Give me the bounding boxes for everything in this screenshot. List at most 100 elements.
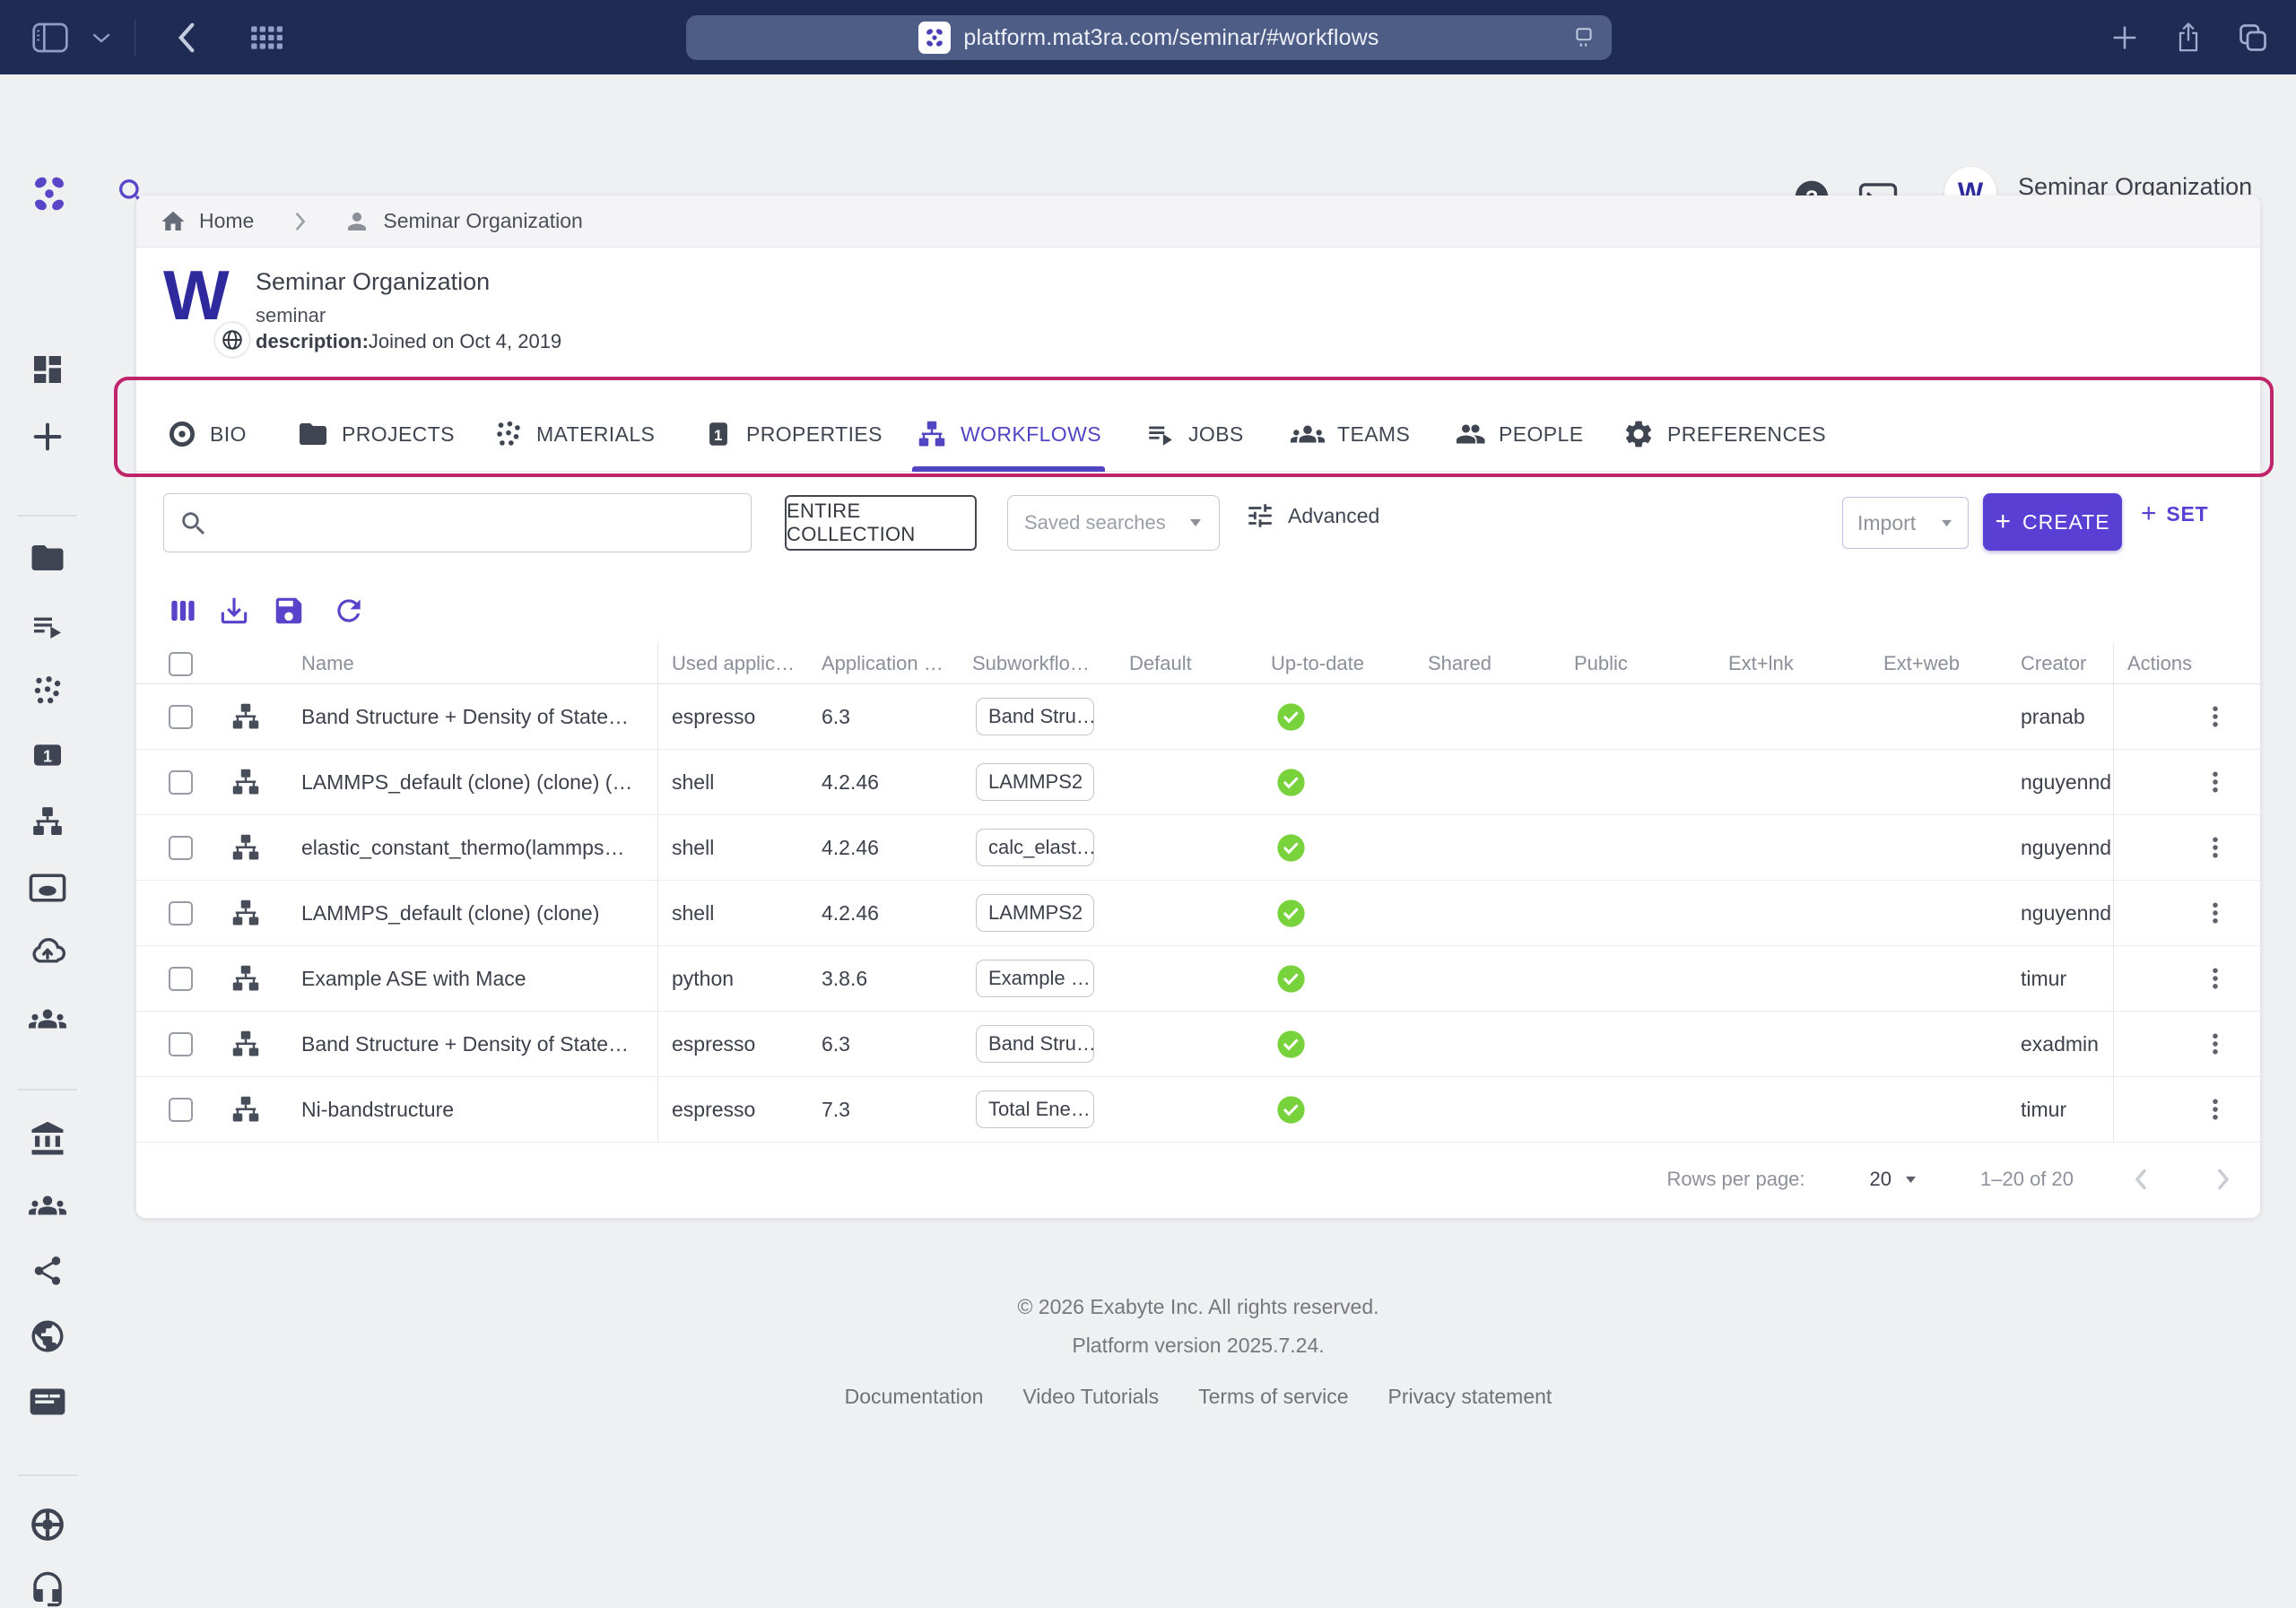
import-select[interactable]: Import [1842,497,1969,549]
advanced-filters-button[interactable]: Advanced [1245,500,1379,531]
select-all-checkbox[interactable] [169,652,193,676]
tabs-overview-icon[interactable] [2237,22,2269,54]
sidebar-item-organization[interactable] [29,1120,66,1158]
row-checkbox[interactable] [169,967,193,991]
save-icon[interactable] [272,594,306,628]
sidebar-item-media[interactable] [29,869,66,907]
row-actions-kebab-icon[interactable] [2202,769,2229,795]
sidebar-item-projects[interactable] [29,539,66,577]
previous-page-icon[interactable] [2131,1164,2151,1195]
svg-text:1: 1 [714,427,723,444]
workflow-name[interactable]: Band Structure + Density of State… [301,1012,657,1076]
home-icon[interactable] [160,208,187,235]
footer-link-privacy[interactable]: Privacy statement [1388,1385,1552,1409]
tab-materials[interactable]: MATERIALS [493,396,655,472]
row-checkbox[interactable] [169,770,193,795]
col-shared[interactable]: Shared [1414,644,1561,683]
address-bar[interactable]: platform.mat3ra.com/seminar/#workflows [686,15,1612,60]
tab-projects[interactable]: PROJECTS [297,396,455,472]
sidebar-item-subscriptions[interactable] [29,1383,66,1421]
row-actions-kebab-icon[interactable] [2202,703,2229,730]
row-actions-kebab-icon[interactable] [2202,1096,2229,1123]
back-icon[interactable] [175,21,198,55]
workflow-name[interactable]: Example ASE with Mace [301,946,657,1011]
sidebar-item-people[interactable] [29,1186,66,1224]
col-ext-lnk[interactable]: Ext+lnk [1715,644,1870,683]
subworkflow-chip[interactable]: LAMMPS2 [976,894,1094,932]
workflow-name[interactable]: Band Structure + Density of State… [301,684,657,749]
tab-grid-icon[interactable] [248,21,283,55]
col-name[interactable]: Name [301,644,657,683]
col-ext-web[interactable]: Ext+web [1870,644,2007,683]
view-columns-icon[interactable] [166,594,200,628]
workflow-name[interactable]: Ni-bandstructure [301,1077,657,1142]
row-actions-kebab-icon[interactable] [2202,1030,2229,1057]
row-checkbox[interactable] [169,901,193,926]
chevron-right-icon [293,211,308,232]
row-checkbox[interactable] [169,1098,193,1122]
footer-link-terms[interactable]: Terms of service [1198,1385,1348,1409]
download-icon[interactable] [217,594,251,628]
share-icon[interactable] [2174,22,2203,54]
workflow-name[interactable]: elastic_constant_thermo(lammps… [301,815,657,880]
breadcrumb-home[interactable]: Home [199,209,254,233]
footer-link-video-tutorials[interactable]: Video Tutorials [1022,1385,1159,1409]
svg-text:1: 1 [43,747,52,766]
creator: nguyennd [2007,750,2113,814]
entire-collection-button[interactable]: ENTIRE COLLECTION [785,495,977,551]
row-actions-kebab-icon[interactable] [2202,965,2229,992]
row-checkbox[interactable] [169,1032,193,1056]
sidebar-item-workflows[interactable] [29,803,66,840]
subworkflow-chip[interactable]: Band Stru… [976,1025,1094,1063]
subworkflow-chip[interactable]: Band Stru… [976,698,1094,735]
subworkflow-chip[interactable]: calc_elast… [976,829,1094,866]
col-creator[interactable]: Creator [2007,644,2113,683]
subworkflow-chip[interactable]: Total Ene… [976,1091,1094,1128]
rows-per-page-select[interactable]: 20 [1870,1168,1918,1191]
tab-preferences[interactable]: PREFERENCES [1622,396,1826,472]
tab-people[interactable]: PEOPLE [1454,396,1583,472]
col-up-to-date[interactable]: Up-to-date [1257,644,1414,683]
subworkflow-chip[interactable]: LAMMPS2 [976,763,1094,801]
search-input[interactable] [218,496,742,548]
tab-workflows[interactable]: WORKFLOWS [916,396,1101,472]
sidebar-item-support[interactable] [29,1506,66,1543]
sidebar-item-dashboard[interactable] [29,351,66,388]
saved-searches-select[interactable]: Saved searches [1007,495,1220,551]
col-subworkflows[interactable]: Subworkflo… [959,644,1116,683]
col-application-version[interactable]: Application … [808,644,959,683]
workflow-name[interactable]: LAMMPS_default (clone) (clone) (… [301,750,657,814]
sidebar-item-jobs[interactable] [29,606,66,644]
sidebar-item-uploads[interactable] [29,934,66,972]
sidebar-item-shared[interactable] [29,1252,66,1290]
col-default[interactable]: Default [1116,644,1257,683]
tab-teams[interactable]: TEAMS [1291,396,1410,472]
new-tab-icon[interactable] [2109,22,2140,53]
col-public[interactable]: Public [1561,644,1715,683]
sidebar-item-web[interactable] [29,1317,66,1355]
tab-jobs[interactable]: JOBS [1145,396,1244,472]
sidebar-item-team[interactable] [29,1000,66,1038]
row-checkbox[interactable] [169,705,193,729]
tab-bio[interactable]: BIO [167,396,247,472]
sidebar-item-contact[interactable] [29,1570,66,1608]
footer-link-documentation[interactable]: Documentation [845,1385,984,1409]
set-button[interactable]: + SET [2141,500,2208,527]
col-used-application[interactable]: Used applic… [657,644,808,683]
subworkflow-chip[interactable]: Example … [976,960,1094,997]
chevron-down-icon[interactable] [91,31,111,44]
tab-properties[interactable]: 1 PROPERTIES [703,396,883,472]
reader-view-icon[interactable] [1572,26,1596,49]
next-page-icon[interactable] [2213,1164,2233,1195]
row-checkbox[interactable] [169,836,193,860]
organization-description: description:Joined on Oct 4, 2019 [256,330,561,353]
row-actions-kebab-icon[interactable] [2202,834,2229,861]
sidebar-toggle-icon[interactable] [32,22,68,53]
workflow-name[interactable]: LAMMPS_default (clone) (clone) [301,881,657,945]
refresh-icon[interactable] [332,594,366,628]
sidebar-item-properties[interactable]: 1 [29,736,66,774]
row-actions-kebab-icon[interactable] [2202,900,2229,926]
sidebar-item-create[interactable] [29,418,66,456]
create-button[interactable]: + CREATE [1983,493,2122,551]
sidebar-item-materials[interactable] [29,672,66,709]
